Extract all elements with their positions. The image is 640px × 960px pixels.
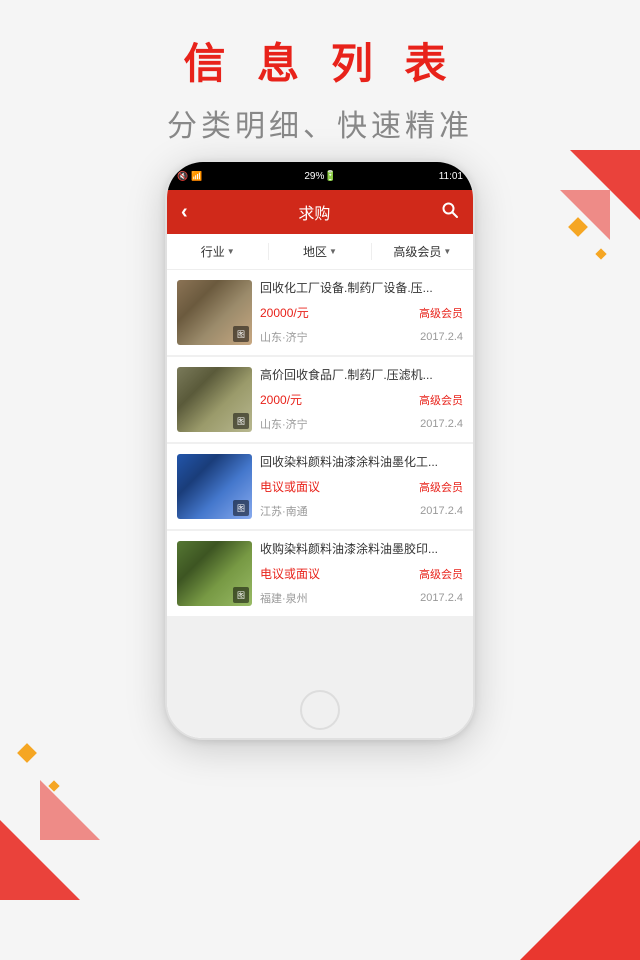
status-bar: 🔇 📶 29%🔋 11:01 <box>167 162 473 190</box>
item-image-4: 图 <box>177 541 252 606</box>
filter-region-label: 地区 <box>303 243 327 260</box>
item-title-2: 高价回收食品厂.制药厂.压滤机... <box>260 367 463 384</box>
page-title: 信 息 列 表 <box>0 30 640 91</box>
item-location-3: 江苏·南通 <box>260 503 308 519</box>
list-item[interactable]: 图 高价回收食品厂.制药厂.压滤机... 2000/元 高级会员 山东·济宁 2… <box>167 357 473 442</box>
home-button[interactable] <box>300 690 340 730</box>
image-badge: 图 <box>233 500 249 516</box>
filter-industry-label: 行业 <box>201 243 225 260</box>
image-badge: 图 <box>233 413 249 429</box>
filter-vip[interactable]: 高级会员 ▼ <box>372 243 473 260</box>
app-navbar: ‹ 求购 <box>167 190 473 234</box>
phone-outer: 🔇 📶 29%🔋 11:01 ‹ 求购 <box>165 160 475 740</box>
item-badge-1: 高级会员 <box>419 305 463 321</box>
item-content-1: 回收化工厂设备.制药厂设备.压... 20000/元 高级会员 山东·济宁 20… <box>260 280 463 345</box>
deco-tri-bottom-left2 <box>40 720 100 840</box>
item-title-3: 回收染料颜料油漆涂料油墨化工... <box>260 454 463 471</box>
filter-industry-arrow: ▼ <box>227 247 235 256</box>
item-title-4: 收购染料颜料油漆涂料油墨胶印... <box>260 541 463 558</box>
item-date-4: 2017.2.4 <box>420 592 463 604</box>
item-content-2: 高价回收食品厂.制药厂.压滤机... 2000/元 高级会员 山东·济宁 201… <box>260 367 463 432</box>
item-info-row-3: 江苏·南通 2017.2.4 <box>260 503 463 519</box>
back-button[interactable]: ‹ <box>181 201 188 224</box>
phone-screen: ‹ 求购 行业 ▼ 地区 ▼ <box>167 190 473 738</box>
item-price-row-1: 20000/元 高级会员 <box>260 304 463 321</box>
filter-region-arrow: ▼ <box>329 247 337 256</box>
page-header: 信 息 列 表 分类明细、快速精准 <box>0 30 640 145</box>
item-location-1: 山东·济宁 <box>260 329 308 345</box>
status-icons: 🔇 📶 <box>177 171 202 182</box>
item-content-4: 收购染料颜料油漆涂料油墨胶印... 电议或面议 高级会员 福建·泉州 2017.… <box>260 541 463 606</box>
item-price-1: 20000/元 <box>260 304 309 321</box>
image-badge: 图 <box>233 326 249 342</box>
filter-vip-arrow: ▼ <box>443 247 451 256</box>
item-info-row-4: 福建·泉州 2017.2.4 <box>260 590 463 606</box>
battery-percent: 29%🔋 <box>304 171 336 182</box>
item-content-3: 回收染料颜料油漆涂料油墨化工... 电议或面议 高级会员 江苏·南通 2017.… <box>260 454 463 519</box>
item-badge-2: 高级会员 <box>419 392 463 408</box>
filter-industry[interactable]: 行业 ▼ <box>167 243 269 260</box>
list-item[interactable]: 图 收购染料颜料油漆涂料油墨胶印... 电议或面议 高级会员 福建·泉州 201… <box>167 531 473 616</box>
item-date-2: 2017.2.4 <box>420 418 463 430</box>
navbar-title: 求购 <box>298 200 330 224</box>
item-date-1: 2017.2.4 <box>420 331 463 343</box>
filter-bar: 行业 ▼ 地区 ▼ 高级会员 ▼ <box>167 234 473 270</box>
item-price-2: 2000/元 <box>260 391 302 408</box>
item-location-4: 福建·泉州 <box>260 590 308 606</box>
deco-tri-bottom-right <box>520 830 640 960</box>
volume-icon: 🔇 <box>177 171 188 182</box>
item-price-row-3: 电议或面议 高级会员 <box>260 478 463 495</box>
item-badge-4: 高级会员 <box>419 566 463 582</box>
item-date-3: 2017.2.4 <box>420 505 463 517</box>
item-price-row-4: 电议或面议 高级会员 <box>260 565 463 582</box>
item-price-row-2: 2000/元 高级会员 <box>260 391 463 408</box>
item-image-2: 图 <box>177 367 252 432</box>
filter-region[interactable]: 地区 ▼ <box>269 243 371 260</box>
filter-vip-label: 高级会员 <box>393 243 441 260</box>
phone-mockup: 🔇 📶 29%🔋 11:01 ‹ 求购 <box>165 160 475 740</box>
clock: 11:01 <box>439 171 463 182</box>
image-badge: 图 <box>233 587 249 603</box>
item-price-4: 电议或面议 <box>260 565 320 582</box>
list-item[interactable]: 图 回收化工厂设备.制药厂设备.压... 20000/元 高级会员 山东·济宁 … <box>167 270 473 355</box>
item-image-3: 图 <box>177 454 252 519</box>
item-info-row-2: 山东·济宁 2017.2.4 <box>260 416 463 432</box>
wifi-icon: 📶 <box>191 171 202 182</box>
item-image-1: 图 <box>177 280 252 345</box>
deco-tri-top-right2 <box>560 190 610 290</box>
item-info-row-1: 山东·济宁 2017.2.4 <box>260 329 463 345</box>
item-location-2: 山东·济宁 <box>260 416 308 432</box>
item-title-1: 回收化工厂设备.制药厂设备.压... <box>260 280 463 297</box>
item-badge-3: 高级会员 <box>419 479 463 495</box>
page-subtitle: 分类明细、快速精准 <box>0 101 640 145</box>
search-icon[interactable] <box>441 201 459 224</box>
list-container[interactable]: 图 回收化工厂设备.制药厂设备.压... 20000/元 高级会员 山东·济宁 … <box>167 270 473 738</box>
item-price-3: 电议或面议 <box>260 478 320 495</box>
list-item[interactable]: 图 回收染料颜料油漆涂料油墨化工... 电议或面议 高级会员 江苏·南通 201… <box>167 444 473 529</box>
